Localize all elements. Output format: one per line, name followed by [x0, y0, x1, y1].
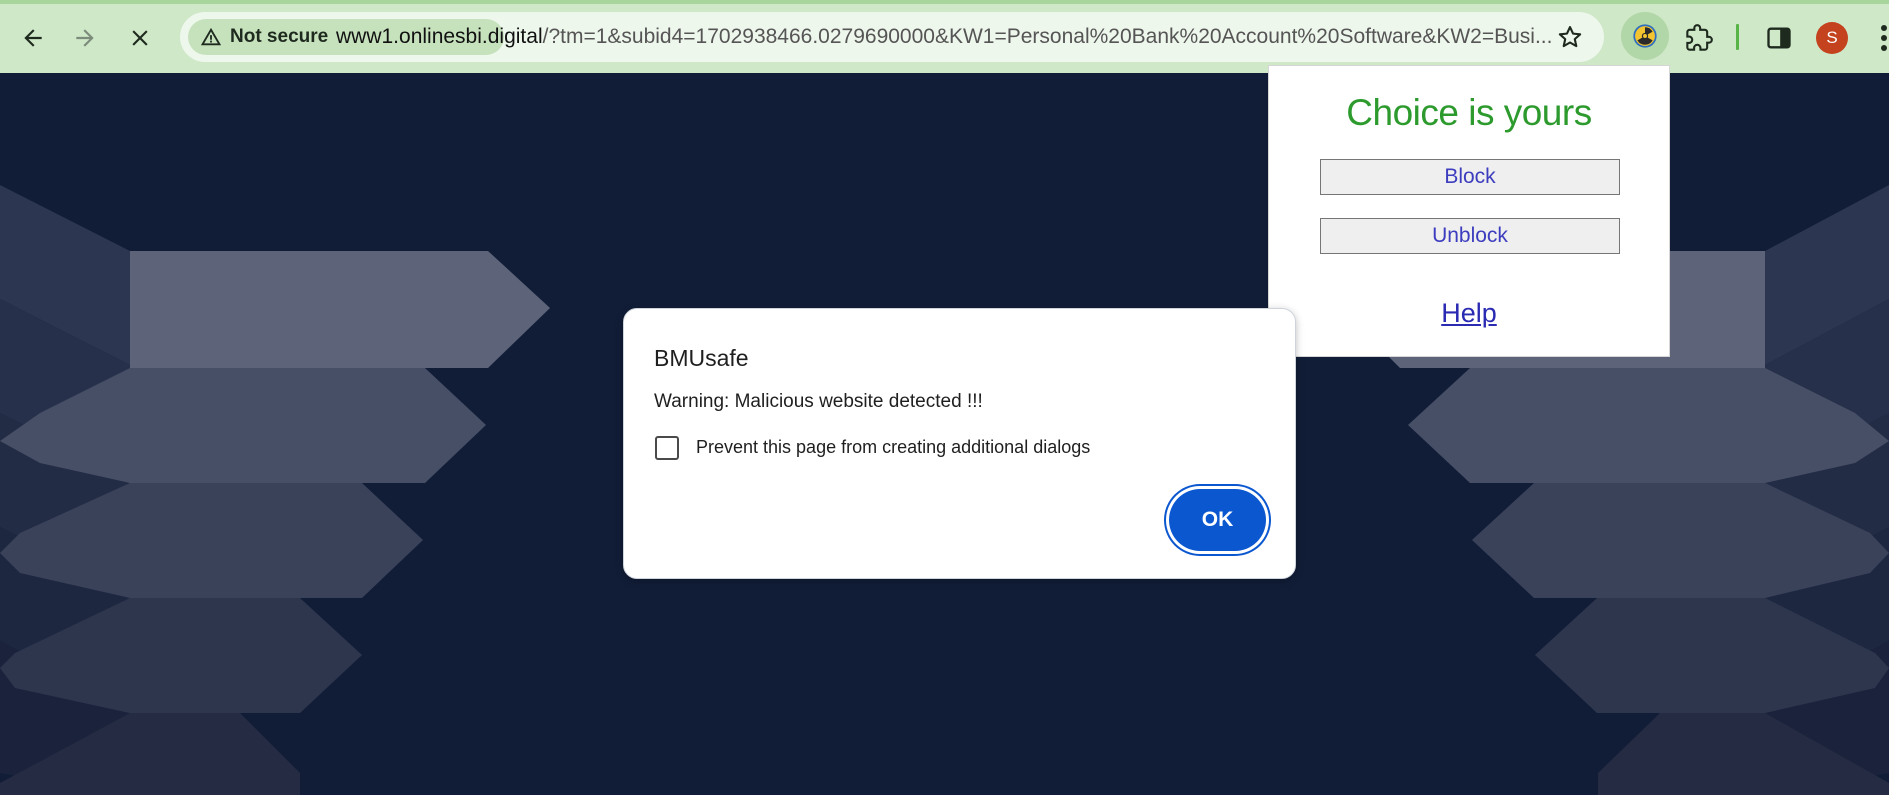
arrow-left-icon [24, 29, 42, 47]
dialog-message: Warning: Malicious website detected !!! [654, 391, 983, 412]
address-bar[interactable]: Not secure www1.onlinesbi.digital/?tm=1&… [180, 12, 1604, 62]
extension-popup: Choice is yours Block Unblock Help [1268, 65, 1670, 357]
browser-menu-button[interactable] [1872, 20, 1889, 56]
profile-avatar[interactable]: S [1816, 22, 1848, 54]
prevent-dialogs-checkbox[interactable] [655, 436, 679, 460]
bookmark-button[interactable] [1556, 23, 1584, 51]
radiation-icon [1633, 24, 1657, 48]
tab-strip-edge [0, 0, 1889, 4]
side-panel-button[interactable] [1760, 19, 1798, 57]
vertical-dots-icon [1881, 25, 1887, 51]
back-button[interactable] [14, 19, 52, 57]
dialog-title: BMUsafe [654, 345, 749, 371]
url-path: /?tm=1&subid4=1702938466.0279690000&KW1=… [542, 25, 1553, 48]
prevent-dialogs-label[interactable]: Prevent this page from creating addition… [696, 437, 1090, 458]
arrow-right-icon [76, 29, 94, 47]
toolbar-divider [1736, 24, 1739, 50]
ok-button[interactable]: OK [1169, 489, 1266, 551]
alert-dialog: BMUsafe Warning: Malicious website detec… [623, 308, 1296, 579]
puzzle-icon [1686, 24, 1713, 51]
unblock-button[interactable]: Unblock [1320, 218, 1620, 254]
bmusafe-extension-button[interactable] [1621, 12, 1669, 60]
warning-triangle-icon [200, 27, 222, 46]
side-panel-icon [1767, 27, 1791, 49]
browser-toolbar: Not secure www1.onlinesbi.digital/?tm=1&… [0, 0, 1889, 73]
extensions-button[interactable] [1680, 19, 1718, 57]
popup-title: Choice is yours [1346, 92, 1592, 133]
security-label: Not secure [230, 26, 329, 47]
star-icon [1558, 26, 1582, 48]
url-text[interactable]: www1.onlinesbi.digital/?tm=1&subid4=1702… [336, 12, 1566, 62]
block-button[interactable]: Block [1320, 159, 1620, 195]
stop-loading-button[interactable] [121, 19, 159, 57]
close-icon [132, 30, 148, 46]
url-host: www1.onlinesbi.digital [336, 25, 543, 48]
forward-button[interactable] [66, 19, 104, 57]
help-link[interactable]: Help [1269, 298, 1669, 329]
